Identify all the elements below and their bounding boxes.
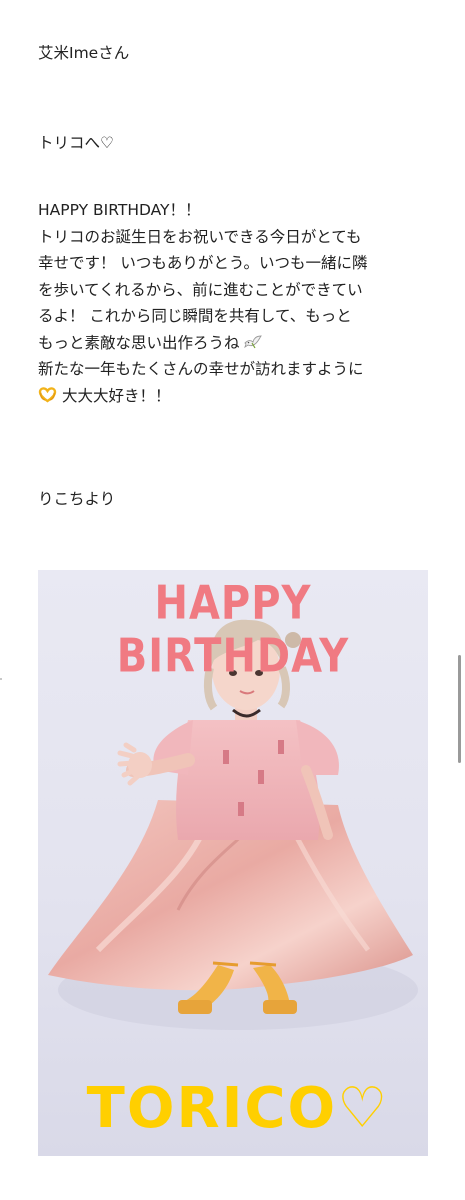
birthday-message: HAPPY BIRTHDAY！！ トリコのお誕生日をお祝いできる今日がとても 幸… (38, 197, 368, 409)
message-text: もっと素敵な思い出作ろうね (38, 333, 240, 352)
message-line-with-icon: 大大大好き！！ (38, 383, 368, 410)
photo-footer-text: TORICO♡ (58, 1076, 418, 1141)
message-text: 大大大好き！！ (61, 386, 171, 405)
signature-line: りこちより (38, 490, 116, 508)
message-line: トリコのお誕生日をお祝いできる今日がとても (38, 227, 362, 246)
addressee-line: 艾米Imeさん (38, 44, 130, 62)
message-line: 新たな一年もたくさんの幸せが訪れますように (38, 360, 364, 378)
message-line: HAPPY BIRTHDAY！！ (38, 201, 201, 219)
heart-icon: ♡ (337, 1076, 390, 1141)
greeting-line: トリコへ♡ (38, 134, 114, 152)
scrollbar-thumb[interactable] (458, 655, 461, 763)
message-line: を歩いてくれるから、前に進むことができてい (38, 280, 363, 299)
message-line-with-icon: もっと素敵な思い出作ろうね (38, 330, 368, 357)
message-line: るよ！ これから同じ瞬間を共有して、もっと (38, 307, 352, 325)
message-line: 幸せです！ いつもありがとう。いつも一緒に隣 (38, 254, 368, 272)
birthday-photo: HAPPY BIRTHDAY TORICO♡ (38, 570, 428, 1156)
photo-header-text: HAPPY BIRTHDAY (116, 577, 350, 683)
edge-marker (0, 678, 2, 680)
heart-hands-emoji-icon (38, 385, 57, 412)
photo-footer-name: TORICO (86, 1076, 338, 1141)
dove-emoji-icon (244, 332, 263, 359)
